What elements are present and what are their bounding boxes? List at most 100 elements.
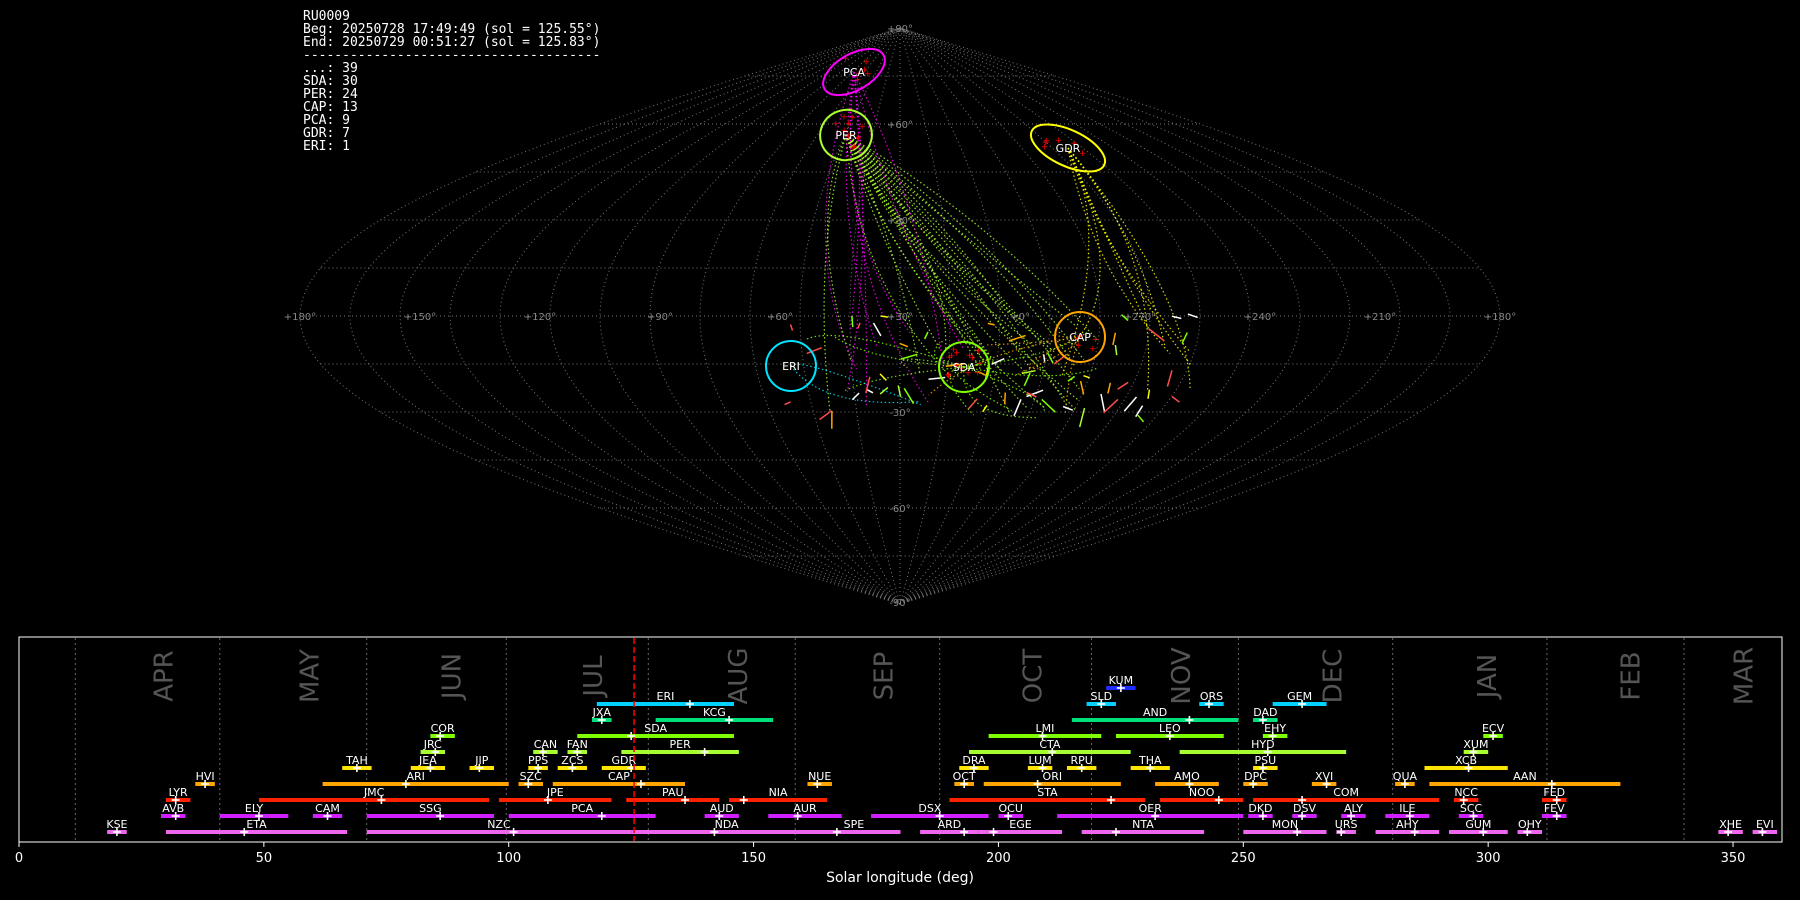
shower-code: NDA — [715, 818, 740, 831]
month-label: DEC — [1319, 649, 1349, 704]
shower-code: THA — [1138, 754, 1162, 767]
shower-code: AMO — [1174, 770, 1200, 783]
shower-code: JEA — [418, 754, 437, 767]
lat-label: +60° — [887, 120, 913, 131]
meteor-segment — [1083, 374, 1091, 379]
meteor-segment — [819, 410, 833, 421]
x-tick-label: 300 — [1476, 851, 1501, 866]
shower-code: DKD — [1248, 802, 1272, 815]
shower-code: AVB — [162, 802, 184, 815]
lon-label: +150° — [404, 312, 436, 323]
shower-code: DRA — [962, 754, 986, 767]
shower-bars: KUM ERI SLD ORS GEM JXA KCG AND DAD COR SDA LMI LEO E… — [106, 674, 1778, 836]
meteor-segment — [879, 386, 889, 395]
shower-code: KCG — [703, 706, 726, 719]
shower-code: LUM — [1029, 754, 1052, 767]
shower-code: SDA — [644, 722, 667, 735]
meteor-segment — [1137, 414, 1145, 423]
shower-code: XHE — [1719, 818, 1742, 831]
shower-code: NIA — [769, 786, 788, 799]
shower-code: ZCS — [561, 754, 583, 767]
shower-code: COR — [431, 722, 455, 735]
shower-code: JXA — [592, 706, 612, 719]
lon-label: +90° — [647, 312, 673, 323]
sky-map: +++++++++++++++++++++ +++++++++++++ +++++ +… — [284, 24, 1516, 609]
meteor-segment — [851, 315, 854, 328]
radiant-point: + — [1092, 335, 1100, 345]
lat-label: +90° — [887, 24, 913, 35]
meteor-segment — [1103, 398, 1119, 414]
month-label: APR — [149, 650, 179, 702]
shower-code: SLD — [1090, 690, 1112, 703]
shower-code: SCC — [1460, 802, 1483, 815]
shower-code: ORS — [1200, 690, 1223, 703]
lat-label: -60° — [889, 504, 910, 515]
meteor-segment — [1046, 352, 1054, 364]
x-tick-label: 250 — [1231, 851, 1256, 866]
shower-code: DSV — [1293, 802, 1316, 815]
count-line: ERI: 1 — [303, 139, 350, 154]
lon-label: +240° — [1244, 312, 1276, 323]
meteor-segment — [857, 322, 861, 329]
meteor-segment — [1100, 393, 1106, 412]
shower-code: COM — [1333, 786, 1359, 799]
radiant-point: + — [944, 371, 952, 381]
shower-code: EGE — [1009, 818, 1031, 831]
shower-code: EHY — [1264, 722, 1286, 735]
shower-code: ORI — [1043, 770, 1063, 783]
shower-code: AUD — [710, 802, 734, 815]
radiant-point: + — [1089, 345, 1097, 355]
shower-code: ELY — [245, 802, 264, 815]
shower-code: ARI — [406, 770, 424, 783]
shower-code: QUA — [1393, 770, 1418, 783]
shower-code: FAN — [567, 738, 588, 751]
shower-code: GEM — [1287, 690, 1312, 703]
month-label: MAY — [295, 649, 325, 703]
radiant-label: PCA — [843, 66, 865, 79]
lon-label: +180° — [1484, 312, 1516, 323]
shower-code: CAN — [534, 738, 557, 751]
meteor-segment — [1078, 407, 1086, 428]
shower-timeline-chart: APR MAY JUN JUL AUG SEP OCT NOV DEC JAN FEB MAR KUM… — [15, 636, 1783, 886]
shower-code: MON — [1272, 818, 1298, 831]
shower-code: CTA — [1039, 738, 1061, 751]
shower-code: CAP — [608, 770, 630, 783]
radiant-label: ERI — [782, 360, 800, 373]
meteor-trail — [1067, 147, 1150, 390]
shower-code: ALY — [1344, 802, 1363, 815]
meteor-segment — [1023, 372, 1031, 387]
shower-code: FEV — [1544, 802, 1565, 815]
month-label: MAR — [1729, 647, 1759, 705]
meteor-trail — [845, 134, 989, 356]
shower-code: ARD — [938, 818, 962, 831]
lon-label: +180° — [284, 312, 316, 323]
shower-code: OER — [1139, 802, 1163, 815]
meteor-trail — [823, 134, 847, 413]
shower-code: NOO — [1189, 786, 1215, 799]
shower-code: EVI — [1756, 818, 1774, 831]
meteor-segment — [1107, 382, 1112, 394]
meteor-segment — [1079, 380, 1085, 395]
month-label: JUN — [438, 653, 468, 701]
shower-code: JRC — [423, 738, 442, 751]
radiant-point: + — [858, 122, 866, 132]
meteor-segment — [1171, 315, 1182, 320]
shower-code: XUM — [1463, 738, 1488, 751]
meteor-segment — [1003, 392, 1007, 405]
shower-code: NTA — [1132, 818, 1154, 831]
shower-code: SSG — [419, 802, 442, 815]
meteor-segment — [1171, 396, 1180, 403]
meteor-segment — [903, 387, 915, 405]
shower-code: HVI — [196, 770, 215, 783]
x-axis-label: Solar longitude (deg) — [826, 870, 974, 886]
shower-code: AHY — [1396, 818, 1419, 831]
shower-code: SZC — [520, 770, 543, 783]
month-label: OCT — [1018, 649, 1048, 704]
shower-code: NUE — [808, 770, 831, 783]
shower-code: SPE — [844, 818, 865, 831]
shower-code: PPS — [528, 754, 548, 767]
shower-code: JIP — [474, 754, 488, 767]
shower-code: DPC — [1244, 770, 1267, 783]
meteor-trail — [827, 134, 852, 361]
radiant-label: CAP — [1069, 331, 1091, 344]
